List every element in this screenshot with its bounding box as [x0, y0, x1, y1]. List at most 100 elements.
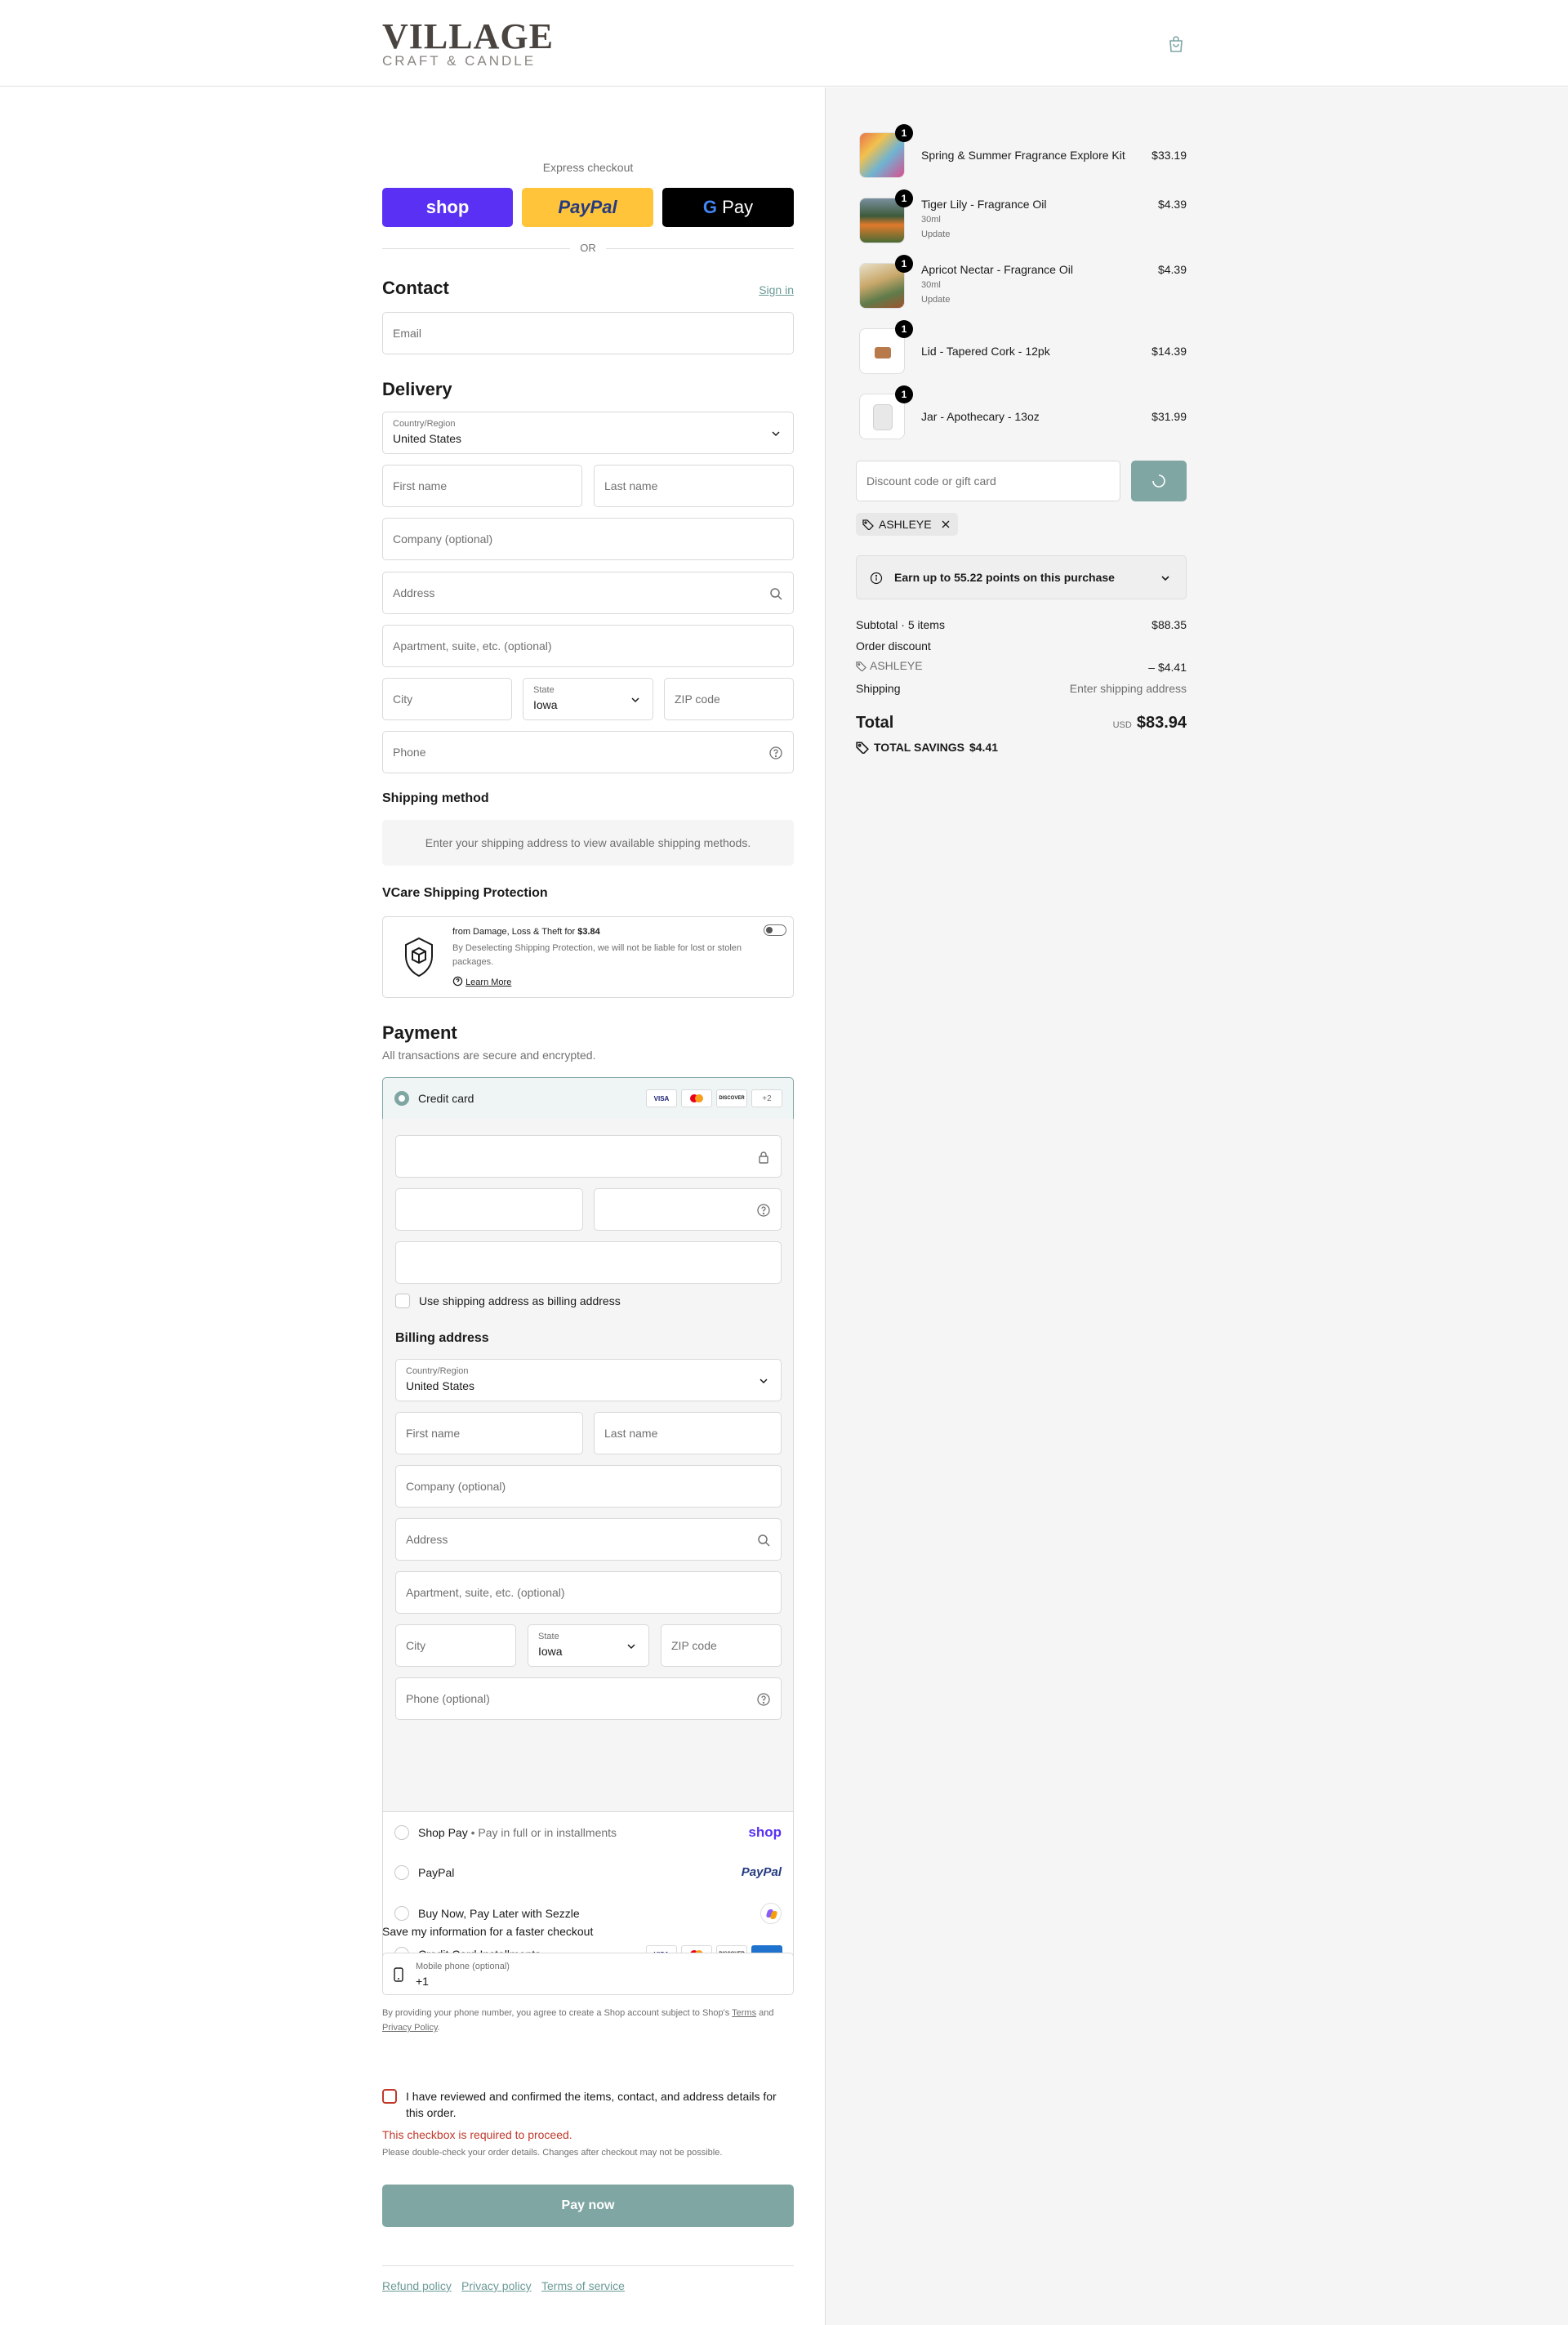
- shop-pay-sub: Pay in full or in installments: [478, 1826, 617, 1839]
- company-field[interactable]: Company (optional): [382, 518, 794, 560]
- billing-zip-field[interactable]: ZIP code: [661, 1624, 782, 1667]
- learn-more-link[interactable]: Learn More: [452, 976, 511, 987]
- expiration-field[interactable]: [395, 1188, 583, 1231]
- apartment-placeholder: Apartment, suite, etc. (optional): [393, 639, 552, 653]
- billing-phone-field[interactable]: Phone (optional): [395, 1677, 782, 1720]
- billing-city-field[interactable]: City: [395, 1624, 516, 1667]
- use-shipping-checkbox[interactable]: [395, 1294, 410, 1308]
- delivery-heading: Delivery: [382, 379, 452, 399]
- shop-pay-radio[interactable]: [394, 1825, 409, 1840]
- google-pay-button[interactable]: G Pay: [662, 188, 794, 227]
- total-label: Total: [856, 714, 894, 732]
- security-code-field[interactable]: [594, 1188, 782, 1231]
- terms-of-service-link[interactable]: Terms of service: [541, 2279, 625, 2292]
- phone-placeholder: Phone: [393, 746, 426, 759]
- tag-icon: [862, 519, 874, 530]
- billing-first-name-placeholder: First name: [406, 1427, 461, 1440]
- applied-discount-tag: ASHLEYE: [856, 513, 958, 536]
- line-item: 1 Spring & Summer Fragrance Explore Kit …: [856, 124, 1187, 181]
- sign-in-link[interactable]: Sign in: [759, 283, 794, 296]
- help-circle-icon[interactable]: [756, 1692, 771, 1707]
- shipping-label: Shipping: [856, 682, 901, 695]
- billing-last-name-field[interactable]: Last name: [594, 1412, 782, 1454]
- confirm-checkbox[interactable]: [382, 2089, 397, 2104]
- points-text: Earn up to 55.22 points on this purchase: [894, 571, 1115, 584]
- credit-card-radio[interactable]: [394, 1091, 409, 1106]
- loading-spinner-icon: [1152, 474, 1165, 488]
- mobile-phone-field[interactable]: Mobile phone (optional) +1: [382, 1953, 794, 1995]
- shop-pay-button[interactable]: shop: [382, 188, 513, 227]
- contact-heading: Contact: [382, 278, 449, 298]
- subtotal-label: Subtotal · 5 items: [856, 618, 945, 631]
- help-circle-icon: [452, 976, 463, 987]
- credit-card-form: Use shipping address as billing address …: [382, 1119, 794, 1812]
- privacy-link[interactable]: Privacy Policy: [382, 2023, 438, 2033]
- shop-pay-option-label: Shop Pay • Pay in full or in installment…: [418, 1826, 617, 1839]
- billing-country-select[interactable]: Country/Region United States: [395, 1359, 782, 1401]
- line-item: 1 Tiger Lily - Fragrance Oil 30ml Update…: [856, 189, 1187, 247]
- help-circle-icon[interactable]: [768, 746, 783, 760]
- shopping-bag-icon[interactable]: [1166, 34, 1186, 54]
- chevron-down-icon: [631, 697, 639, 703]
- terms-link[interactable]: Terms: [732, 2008, 756, 2018]
- company-placeholder: Company (optional): [393, 532, 493, 546]
- address-field[interactable]: Address: [382, 572, 794, 614]
- billing-state-select[interactable]: State Iowa: [528, 1624, 649, 1667]
- zip-placeholder: ZIP code: [675, 693, 720, 706]
- name-on-card-field[interactable]: [395, 1241, 782, 1284]
- line-item: 1 Apricot Nectar - Fragrance Oil 30ml Up…: [856, 255, 1187, 312]
- city-field[interactable]: City: [382, 678, 512, 720]
- apply-discount-button[interactable]: [1131, 461, 1187, 501]
- billing-first-name-field[interactable]: First name: [395, 1412, 583, 1454]
- last-name-field[interactable]: Last name: [594, 465, 794, 507]
- card-number-field[interactable]: [395, 1135, 782, 1178]
- paypal-radio[interactable]: [394, 1865, 409, 1880]
- lock-icon: [759, 1151, 768, 1164]
- pay-now-button[interactable]: Pay now: [382, 2185, 794, 2227]
- address-placeholder: Address: [393, 586, 435, 599]
- first-name-placeholder: First name: [393, 479, 448, 492]
- search-icon: [770, 588, 782, 600]
- privacy-policy-link[interactable]: Privacy policy: [461, 2279, 532, 2292]
- shipping-method-message: Enter your shipping address to view avai…: [382, 820, 794, 866]
- item-update-link[interactable]: Update: [921, 229, 950, 239]
- protection-price: $3.84: [577, 927, 600, 937]
- item-update-link[interactable]: Update: [921, 295, 950, 305]
- apartment-field[interactable]: Apartment, suite, etc. (optional): [382, 625, 794, 667]
- billing-phone-placeholder: Phone (optional): [406, 1692, 490, 1705]
- billing-apartment-field[interactable]: Apartment, suite, etc. (optional): [395, 1571, 782, 1614]
- refund-policy-link[interactable]: Refund policy: [382, 2279, 452, 2292]
- sezzle-radio[interactable]: [394, 1906, 409, 1921]
- mobile-phone-value: +1: [416, 1975, 429, 1988]
- more-cards-badge: +2: [751, 1089, 782, 1107]
- protection-toggle[interactable]: [764, 924, 786, 936]
- paypal-button[interactable]: PayPal: [522, 188, 653, 227]
- protection-line1-text: from Damage, Loss & Theft for: [452, 927, 578, 937]
- email-field[interactable]: Email: [382, 312, 794, 354]
- billing-address-field[interactable]: Address: [395, 1518, 782, 1561]
- state-select[interactable]: State Iowa: [523, 678, 653, 720]
- quantity-badge: 1: [895, 385, 913, 403]
- use-shipping-label: Use shipping address as billing address: [419, 1294, 621, 1307]
- points-accordion[interactable]: Earn up to 55.22 points on this purchase: [856, 555, 1187, 599]
- close-icon[interactable]: [940, 519, 951, 530]
- discount-placeholder: Discount code or gift card: [866, 474, 996, 488]
- payment-subtitle: All transactions are secure and encrypte…: [382, 1049, 596, 1062]
- credit-card-option[interactable]: Credit card VISA DISCOVER +2: [382, 1077, 794, 1120]
- first-name-field[interactable]: First name: [382, 465, 582, 507]
- zip-field[interactable]: ZIP code: [664, 678, 794, 720]
- billing-company-field[interactable]: Company (optional): [395, 1465, 782, 1508]
- brand-logo[interactable]: VILLAGE CRAFT & CANDLE: [382, 19, 554, 69]
- or-separator: OR: [580, 242, 596, 254]
- city-placeholder: City: [393, 693, 413, 706]
- order-summary: 1 Spring & Summer Fragrance Explore Kit …: [856, 87, 1187, 822]
- country-select[interactable]: Country/Region United States: [382, 412, 794, 454]
- quantity-badge: 1: [895, 320, 913, 338]
- phone-field[interactable]: Phone: [382, 731, 794, 773]
- paypal-option[interactable]: PayPal PayPal: [382, 1852, 794, 1894]
- discount-code-field[interactable]: Discount code or gift card: [856, 461, 1120, 501]
- help-circle-icon[interactable]: [756, 1203, 771, 1218]
- paypal-label: PayPal: [558, 197, 617, 217]
- total-amount: USD $83.94: [1113, 714, 1187, 733]
- shop-pay-option[interactable]: Shop Pay • Pay in full or in installment…: [382, 1811, 794, 1853]
